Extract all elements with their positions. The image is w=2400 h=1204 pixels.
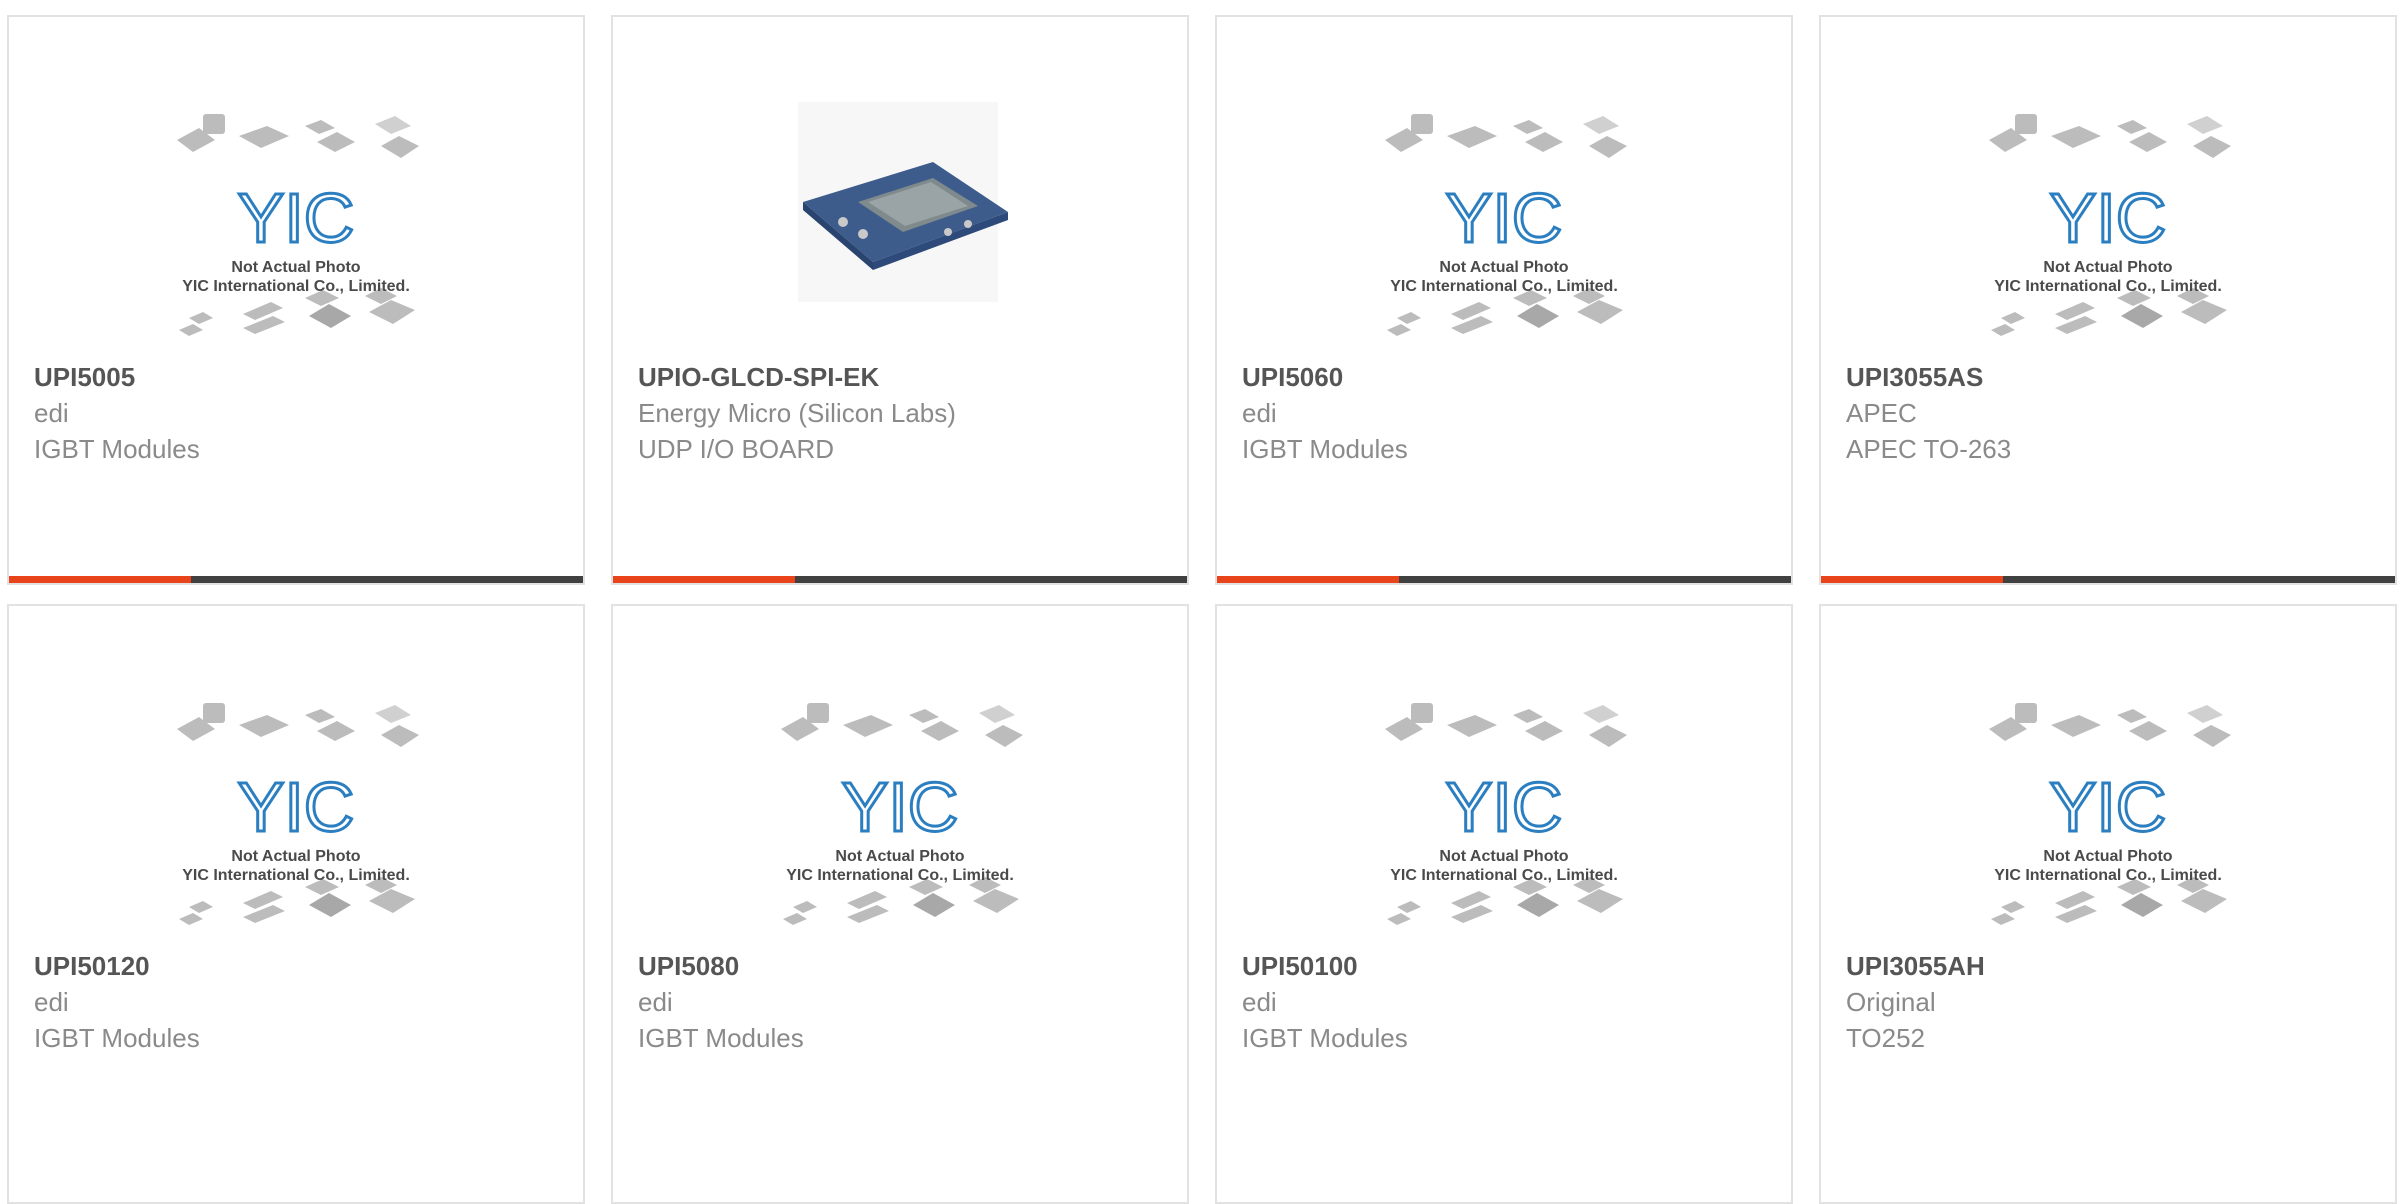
- svg-text:YIC: YIC: [1446, 768, 1563, 846]
- manufacturer: APEC: [1846, 398, 1917, 428]
- part-number[interactable]: UPI5060: [1242, 359, 1779, 395]
- product-card[interactable]: YIC Not Actual Photo YIC International C…: [1215, 15, 1793, 585]
- product-card[interactable]: YIC Not Actual Photo YIC International C…: [611, 604, 1189, 1204]
- svg-text:YIC: YIC: [1446, 179, 1563, 257]
- manufacturer: edi: [34, 398, 69, 428]
- card-accent: [9, 576, 191, 583]
- product-card[interactable]: UPIO-GLCD-SPI-EK Energy Micro (Silicon L…: [611, 15, 1189, 585]
- manufacturer: Original: [1846, 987, 1936, 1017]
- svg-text:YIC: YIC: [2050, 179, 2167, 257]
- placeholder-line2: YIC International Co., Limited.: [1390, 867, 1618, 884]
- card-accent: [1821, 576, 2003, 583]
- description: IGBT Modules: [1242, 434, 1408, 464]
- description: APEC TO-263: [1846, 434, 2012, 464]
- manufacturer: edi: [1242, 987, 1277, 1017]
- svg-text:YIC: YIC: [2050, 768, 2167, 846]
- placeholder-image: YIC Not Actual Photo YIC International C…: [781, 703, 1023, 925]
- placeholder-line1: Not Actual Photo: [231, 259, 360, 276]
- part-number[interactable]: UPI5080: [638, 948, 1175, 984]
- description: UDP I/O BOARD: [638, 434, 835, 464]
- part-number[interactable]: UPIO-GLCD-SPI-EK: [638, 359, 1175, 395]
- description: TO252: [1846, 1023, 1926, 1053]
- part-number[interactable]: UPI50100: [1242, 948, 1779, 984]
- part-number[interactable]: UPI3055AS: [1846, 359, 2383, 395]
- placeholder-line1: Not Actual Photo: [1439, 848, 1568, 865]
- part-number[interactable]: UPI50120: [34, 948, 571, 984]
- placeholder-line2: YIC International Co., Limited.: [1994, 867, 2222, 884]
- placeholder-line1: Not Actual Photo: [1439, 259, 1568, 276]
- board-photo-image: [798, 102, 1008, 302]
- product-image[interactable]: YIC Not Actual Photo YIC International C…: [1217, 17, 1791, 357]
- svg-text:YIC: YIC: [842, 768, 959, 846]
- logo-text: YIC: [238, 179, 355, 257]
- manufacturer: edi: [34, 987, 69, 1017]
- product-image[interactable]: YIC Not Actual Photo YIC International C…: [9, 17, 583, 357]
- placeholder-line2: YIC International Co., Limited.: [182, 867, 410, 884]
- card-accent: [1217, 576, 1399, 583]
- description: IGBT Modules: [34, 434, 200, 464]
- card-accent: [613, 576, 795, 583]
- placeholder-image: YIC Not Actual Photo YIC International C…: [1989, 703, 2231, 925]
- card-bottom-bar: [1217, 576, 1791, 583]
- placeholder-line2: YIC International Co., Limited.: [1994, 278, 2222, 295]
- manufacturer: Energy Micro (Silicon Labs): [638, 398, 956, 428]
- svg-text:YIC: YIC: [238, 768, 355, 846]
- placeholder-line2: YIC International Co., Limited.: [182, 278, 410, 295]
- placeholder-line2: YIC International Co., Limited.: [1390, 278, 1618, 295]
- placeholder-image: YIC Not Actual Photo YIC International C…: [1385, 114, 1627, 336]
- manufacturer: edi: [1242, 398, 1277, 428]
- product-card[interactable]: YIC Not Actual Photo YIC International C…: [1215, 604, 1793, 1204]
- placeholder-image: YIC Not Actual Photo YIC International C…: [177, 703, 419, 925]
- placeholder-line1: Not Actual Photo: [231, 848, 360, 865]
- product-grid: YIC Not Actual Photo YIC International C…: [0, 0, 2400, 1204]
- card-bottom-bar: [9, 576, 583, 583]
- manufacturer: edi: [638, 987, 673, 1017]
- product-image[interactable]: YIC Not Actual Photo YIC International C…: [1821, 606, 2395, 946]
- description: IGBT Modules: [638, 1023, 804, 1053]
- product-card[interactable]: YIC Not Actual Photo YIC International C…: [1819, 15, 2397, 585]
- product-image[interactable]: YIC Not Actual Photo YIC International C…: [9, 606, 583, 946]
- placeholder-line1: Not Actual Photo: [2043, 848, 2172, 865]
- card-bottom-bar: [613, 576, 1187, 583]
- placeholder-image: YIC Not Actual Photo YIC International C…: [177, 114, 419, 336]
- part-number[interactable]: UPI3055AH: [1846, 948, 2383, 984]
- description: IGBT Modules: [34, 1023, 200, 1053]
- placeholder-line1: Not Actual Photo: [835, 848, 964, 865]
- product-card[interactable]: YIC Not Actual Photo YIC International C…: [7, 604, 585, 1204]
- product-image[interactable]: YIC Not Actual Photo YIC International C…: [613, 606, 1187, 946]
- product-card[interactable]: YIC Not Actual Photo YIC International C…: [7, 15, 585, 585]
- card-bottom-bar: [1821, 576, 2395, 583]
- part-number[interactable]: UPI5005: [34, 359, 571, 395]
- product-image[interactable]: YIC Not Actual Photo YIC International C…: [1217, 606, 1791, 946]
- product-image[interactable]: YIC Not Actual Photo YIC International C…: [1821, 17, 2395, 357]
- description: IGBT Modules: [1242, 1023, 1408, 1053]
- placeholder-line2: YIC International Co., Limited.: [786, 867, 1014, 884]
- placeholder-image: YIC Not Actual Photo YIC International C…: [1385, 703, 1627, 925]
- product-card[interactable]: YIC Not Actual Photo YIC International C…: [1819, 604, 2397, 1204]
- product-image[interactable]: [613, 17, 1187, 357]
- placeholder-image: YIC Not Actual Photo YIC International C…: [1989, 114, 2231, 336]
- placeholder-line1: Not Actual Photo: [2043, 259, 2172, 276]
